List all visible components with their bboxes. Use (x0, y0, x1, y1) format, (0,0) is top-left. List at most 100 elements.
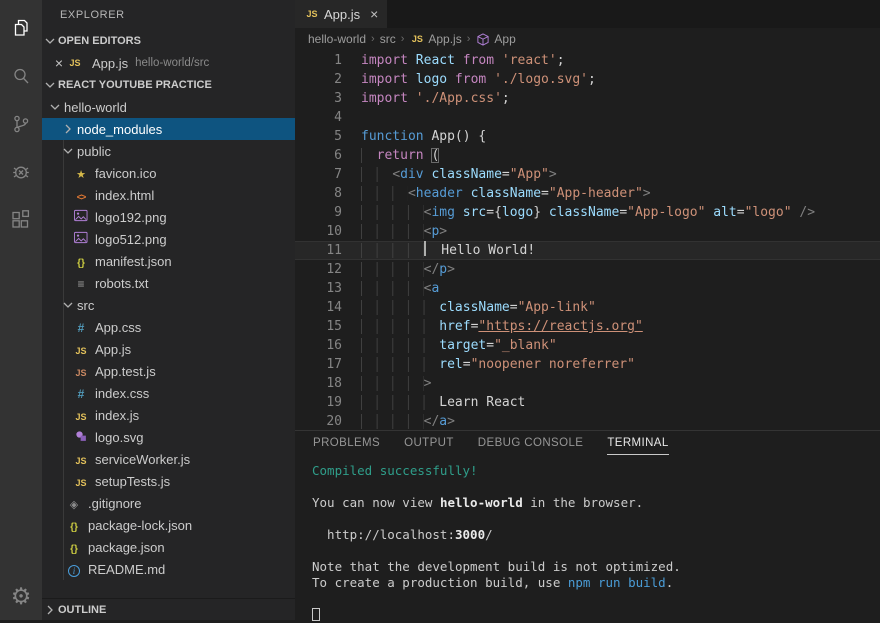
code-line-19[interactable]: 19 Learn React (295, 393, 880, 412)
tree-file-App.css[interactable]: #App.css (42, 316, 295, 338)
breadcrumb-item-src[interactable]: src (380, 32, 396, 46)
close-icon[interactable]: × (51, 55, 67, 71)
tree-item-label: App.test.js (95, 364, 156, 379)
line-number: 8 (295, 184, 342, 203)
chevron-down-icon (60, 297, 76, 313)
tree-folder-public[interactable]: public (42, 140, 295, 162)
line-number: 6 (295, 146, 342, 165)
open-editors-section-header[interactable]: OPEN EDITORS (42, 30, 295, 52)
debug-icon[interactable] (0, 148, 42, 196)
project-label: REACT YOUTUBE PRACTICE (58, 79, 212, 91)
tree-file-serviceWorker.js[interactable]: JSserviceWorker.js (42, 448, 295, 470)
tree-file-.gitignore[interactable]: ◈.gitignore (42, 492, 295, 514)
code-line-17[interactable]: 17 rel="noopener noreferrer" (295, 355, 880, 374)
code-line-5[interactable]: 5function App() { (295, 127, 880, 146)
outline-section-header[interactable]: OUTLINE (42, 598, 295, 620)
image-icon (73, 209, 94, 225)
code-line-7[interactable]: 7 <div className="App"> (295, 165, 880, 184)
tree-file-README.md[interactable]: iREADME.md (42, 558, 295, 580)
code-line-8[interactable]: 8 <header className="App-header"> (295, 184, 880, 203)
explorer-files-icon[interactable] (0, 4, 42, 52)
code-line-15[interactable]: 15 href="https://reactjs.org" (295, 317, 880, 336)
line-number: 17 (295, 355, 342, 374)
breadcrumb-item-App.js[interactable]: JSApp.js (409, 32, 461, 46)
tree-file-manifest.json[interactable]: {}manifest.json (42, 250, 295, 272)
panel-tab-debug-console[interactable]: DEBUG CONSOLE (478, 437, 584, 455)
line-number: 11 (295, 241, 342, 260)
json-icon: {} (73, 254, 94, 269)
tree-file-index.html[interactable]: <>index.html (42, 184, 295, 206)
code-line-content: Hello World! (342, 241, 535, 260)
code-line-20[interactable]: 20 </a> (295, 412, 880, 430)
code-line-content (342, 108, 361, 127)
terminal-line: Compiled successfully! (312, 463, 880, 479)
code-line-content: function App() { (342, 127, 486, 146)
code-line-content: className="App-link" (342, 298, 596, 317)
json-icon: {} (66, 540, 87, 555)
chevron-down-icon (42, 77, 58, 93)
panel-tab-problems[interactable]: PROBLEMS (313, 437, 380, 455)
code-line-3[interactable]: 3import './App.css'; (295, 89, 880, 108)
tree-file-App.js[interactable]: JSApp.js (42, 338, 295, 360)
settings-gear-icon[interactable]: ⚙ (0, 578, 42, 614)
terminal-cursor (312, 608, 320, 621)
code-editor[interactable]: 1import React from 'react';2import logo … (295, 50, 880, 430)
source-control-icon[interactable] (0, 100, 42, 148)
open-editor-item-appjs[interactable]: × JS App.js hello-world/src (42, 52, 295, 74)
tab-close-icon[interactable]: × (370, 6, 378, 22)
line-number: 9 (295, 203, 342, 222)
code-line-14[interactable]: 14 className="App-link" (295, 298, 880, 317)
code-line-content: <header className="App-header"> (342, 184, 651, 203)
tree-file-index.css[interactable]: #index.css (42, 382, 295, 404)
tree-folder-node_modules[interactable]: node_modules (42, 118, 295, 140)
code-line-12[interactable]: 12 </p> (295, 260, 880, 279)
terminal-line: Note that the development build is not o… (312, 559, 880, 575)
line-number: 10 (295, 222, 342, 241)
panel-tab-terminal[interactable]: TERMINAL (607, 437, 668, 455)
terminal-line (312, 543, 880, 559)
code-line-9[interactable]: 9 <img src={logo} className="App-logo" a… (295, 203, 880, 222)
chevron-down-icon (60, 143, 76, 159)
terminal-line (312, 607, 880, 623)
outline-label: OUTLINE (58, 604, 106, 616)
js-icon: JS (73, 408, 94, 423)
tab-appjs[interactable]: JS App.js × (295, 0, 387, 28)
file-tree: hello-worldnode_modulespublic★favicon.ic… (42, 96, 295, 580)
tree-item-label: package-lock.json (88, 518, 192, 533)
tree-file-robots.txt[interactable]: ≡robots.txt (42, 272, 295, 294)
tree-item-label: index.html (95, 188, 154, 203)
tree-file-favicon.ico[interactable]: ★favicon.ico (42, 162, 295, 184)
project-section-header[interactable]: REACT YOUTUBE PRACTICE (42, 74, 295, 96)
tree-file-package.json[interactable]: {}package.json (42, 536, 295, 558)
line-number: 5 (295, 127, 342, 146)
breadcrumb-item-hello-world[interactable]: hello-world (308, 32, 366, 46)
code-line-18[interactable]: 18 > (295, 374, 880, 393)
code-line-1[interactable]: 1import React from 'react'; (295, 51, 880, 70)
code-line-4[interactable]: 4 (295, 108, 880, 127)
tree-file-setupTests.js[interactable]: JSsetupTests.js (42, 470, 295, 492)
code-line-16[interactable]: 16 target="_blank" (295, 336, 880, 355)
tree-file-logo.svg[interactable]: logo.svg (42, 426, 295, 448)
extensions-icon[interactable] (0, 196, 42, 244)
panel-tab-output[interactable]: OUTPUT (404, 437, 454, 455)
code-line-2[interactable]: 2import logo from './logo.svg'; (295, 70, 880, 89)
terminal-line: To create a production build, use npm ru… (312, 575, 880, 591)
code-line-11[interactable]: 11 Hello World! (295, 241, 880, 260)
tree-file-logo512.png[interactable]: logo512.png (42, 228, 295, 250)
tree-folder-src[interactable]: src (42, 294, 295, 316)
tree-file-App.test.js[interactable]: JSApp.test.js (42, 360, 295, 382)
code-line-13[interactable]: 13 <a (295, 279, 880, 298)
tree-file-logo192.png[interactable]: logo192.png (42, 206, 295, 228)
line-number: 19 (295, 393, 342, 412)
breadcrumb-item-App[interactable]: App (475, 32, 515, 46)
code-line-6[interactable]: 6 return ( (295, 146, 880, 165)
text-icon: ≡ (73, 276, 94, 291)
tree-file-index.js[interactable]: JSindex.js (42, 404, 295, 426)
code-line-10[interactable]: 10 <p> (295, 222, 880, 241)
tree-file-package-lock.json[interactable]: {}package-lock.json (42, 514, 295, 536)
search-icon[interactable] (0, 52, 42, 100)
line-number: 15 (295, 317, 342, 336)
tree-folder-hello-world[interactable]: hello-world (42, 96, 295, 118)
open-editor-file-name: App.js (92, 56, 128, 71)
terminal-output[interactable]: Compiled successfully!You can now view h… (295, 457, 880, 623)
